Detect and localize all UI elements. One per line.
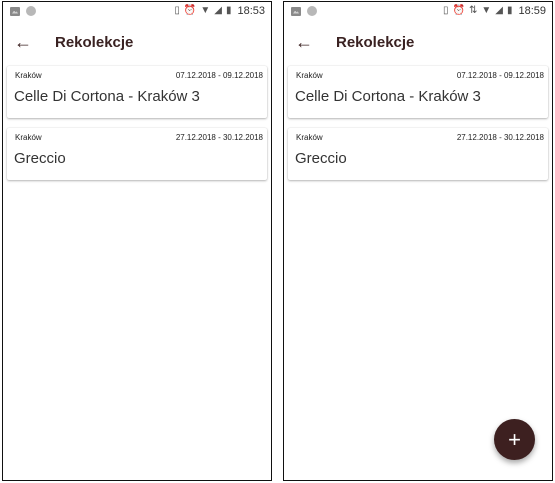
card-title: Celle Di Cortona - Kraków 3: [14, 88, 200, 105]
retreat-card[interactable]: Kraków 07.12.2018 - 09.12.2018 Celle Di …: [288, 66, 548, 118]
card-city: Kraków: [296, 133, 323, 142]
card-title: Celle Di Cortona - Kraków 3: [295, 88, 481, 105]
card-dates: 07.12.2018 - 09.12.2018: [175, 71, 263, 80]
phone-screen-left: ▯ ⏰ ▼ ◢ ▮ 18:53 ← Rekolekcje Kraków 07.1…: [2, 1, 272, 481]
card-dates: 27.12.2018 - 30.12.2018: [175, 133, 263, 142]
back-arrow-icon[interactable]: ←: [294, 32, 314, 52]
card-dates: 27.12.2018 - 30.12.2018: [456, 133, 544, 142]
signal-icon: ◢: [214, 5, 222, 16]
signal-icon: ◢: [495, 5, 503, 16]
add-button[interactable]: +: [494, 419, 535, 460]
back-arrow-icon[interactable]: ←: [13, 32, 33, 52]
image-notification-icon: [10, 6, 20, 16]
card-title: Greccio: [295, 150, 347, 167]
data-transfer-icon: ⇅: [468, 5, 478, 16]
retreat-card[interactable]: Kraków 27.12.2018 - 30.12.2018 Greccio: [7, 128, 267, 180]
status-time: 18:53: [237, 5, 265, 17]
card-city: Kraków: [296, 71, 323, 80]
card-dates: 07.12.2018 - 09.12.2018: [456, 71, 544, 80]
image-notification-icon: [291, 6, 301, 16]
phone-screen-right: ▯ ⏰ ⇅ ▼ ◢ ▮ 18:59 ← Rekolekcje Kraków 07…: [283, 1, 553, 481]
app-bar: ← Rekolekcje: [284, 26, 552, 60]
retreat-card[interactable]: Kraków 07.12.2018 - 09.12.2018 Celle Di …: [7, 66, 267, 118]
status-bar: ▯ ⏰ ⇅ ▼ ◢ ▮ 18:59: [284, 2, 552, 22]
app-bar: ← Rekolekcje: [3, 26, 271, 60]
battery-icon: ▮: [225, 5, 232, 16]
page-title: Rekolekcje: [55, 34, 134, 51]
alarm-icon: ⏰: [452, 5, 465, 16]
alarm-icon: ⏰: [183, 5, 197, 16]
card-city: Kraków: [15, 71, 42, 80]
card-city: Kraków: [15, 133, 42, 142]
page-title: Rekolekcje: [336, 34, 415, 51]
battery-icon: ▮: [506, 5, 513, 16]
plus-icon: +: [508, 427, 521, 452]
vibrate-icon: ▯: [174, 5, 180, 16]
card-title: Greccio: [14, 150, 66, 167]
retreat-card[interactable]: Kraków 27.12.2018 - 30.12.2018 Greccio: [288, 128, 548, 180]
status-time: 18:59: [518, 5, 546, 17]
wifi-icon: ▼: [481, 5, 492, 16]
wifi-icon: ▼: [200, 5, 211, 16]
circle-notification-icon: [26, 6, 36, 16]
circle-notification-icon: [307, 6, 317, 16]
vibrate-icon: ▯: [442, 5, 449, 16]
status-bar: ▯ ⏰ ▼ ◢ ▮ 18:53: [3, 2, 271, 22]
